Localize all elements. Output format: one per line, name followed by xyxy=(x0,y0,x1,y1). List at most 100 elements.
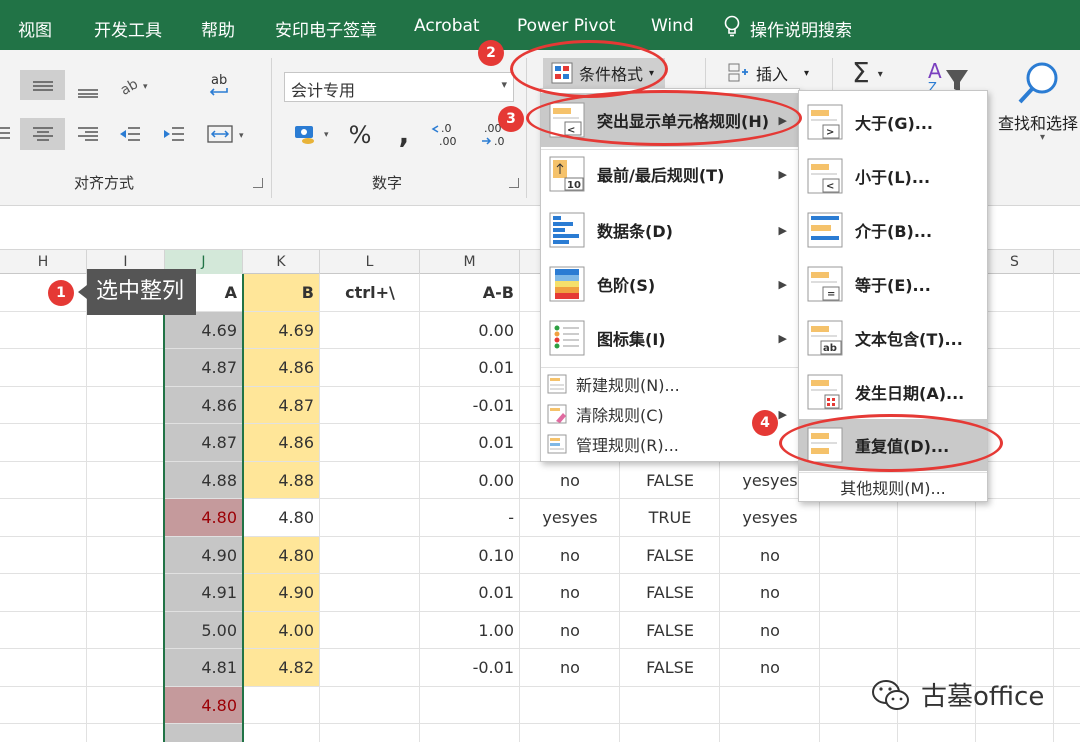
decrease-indent-icon[interactable] xyxy=(114,118,146,150)
increase-indent-icon[interactable] xyxy=(158,118,190,150)
cell-p7[interactable]: yesyes xyxy=(720,499,820,536)
grid-column-line xyxy=(1053,274,1054,742)
submenu-between[interactable]: 介于(B)... xyxy=(799,203,987,257)
align-bottom-icon[interactable] xyxy=(72,78,104,102)
align-center-icon[interactable] xyxy=(20,118,65,150)
tab-wind[interactable]: Wind xyxy=(651,16,694,36)
align-right-edge-icon[interactable] xyxy=(0,118,12,148)
cell-o7[interactable]: TRUE xyxy=(620,499,720,536)
align-middle-icon[interactable] xyxy=(20,70,65,100)
tab-view[interactable]: 视图 xyxy=(18,16,52,41)
cell-n7[interactable]: yesyes xyxy=(520,499,620,536)
cell-p11[interactable]: no xyxy=(720,649,820,686)
cell-k10[interactable]: 4.00 xyxy=(243,612,320,649)
menu-data-bars[interactable]: 数据条(D) ▶ xyxy=(541,203,799,257)
autosum-icon[interactable]: Σ ▾ xyxy=(852,56,883,89)
cell-m9[interactable]: 0.01 xyxy=(420,574,520,611)
submenu-equal-to[interactable]: = 等于(E)... xyxy=(799,257,987,311)
cell-k8[interactable]: 4.80 xyxy=(243,537,320,574)
column-header-m[interactable]: M xyxy=(420,250,520,274)
cell-m1[interactable]: A-B xyxy=(420,274,520,311)
cell-k4[interactable]: 4.87 xyxy=(243,387,320,424)
cell-n8[interactable]: no xyxy=(520,537,620,574)
cell-p8[interactable]: no xyxy=(720,537,820,574)
cell-l1[interactable]: ctrl+\ xyxy=(320,274,420,311)
cell-o8[interactable]: FALSE xyxy=(620,537,720,574)
menu-new-rule[interactable]: 新建规则(N)... xyxy=(541,369,799,399)
cell-k11[interactable]: 4.82 xyxy=(243,649,320,686)
cell-m5[interactable]: 0.01 xyxy=(420,424,520,461)
step-badge-3: 3 xyxy=(498,106,524,132)
cell-k7[interactable]: 4.80 xyxy=(243,499,320,536)
orientation-icon[interactable]: ab ▾ xyxy=(114,70,156,100)
menu-color-scales[interactable]: 色阶(S) ▶ xyxy=(541,257,799,311)
cell-m2[interactable]: 0.00 xyxy=(420,312,520,349)
submenu-greater-than[interactable]: > 大于(G)... xyxy=(799,95,987,149)
svg-text:▾: ▾ xyxy=(324,130,329,140)
submenu-text-contains[interactable]: ab 文本包含(T)... xyxy=(799,311,987,365)
new-rule-icon xyxy=(547,374,567,394)
tell-me-search[interactable]: 操作说明搜索 xyxy=(750,16,852,41)
cell-m11[interactable]: -0.01 xyxy=(420,649,520,686)
cell-o9[interactable]: FALSE xyxy=(620,574,720,611)
column-header-l[interactable]: L xyxy=(320,250,420,274)
cell-k9[interactable]: 4.90 xyxy=(243,574,320,611)
cell-p9[interactable]: no xyxy=(720,574,820,611)
submenu-more-rules[interactable]: 其他规则(M)... xyxy=(799,473,987,501)
tab-acrobat[interactable]: Acrobat xyxy=(414,16,480,36)
column-header-t[interactable] xyxy=(1054,250,1080,274)
submenu-arrow-icon: ▶ xyxy=(778,223,787,237)
cell-m6[interactable]: 0.00 xyxy=(420,462,520,499)
tab-help[interactable]: 帮助 xyxy=(201,16,235,41)
cell-m4[interactable]: -0.01 xyxy=(420,387,520,424)
cell-n9[interactable]: no xyxy=(520,574,620,611)
cell-k6[interactable]: 4.88 xyxy=(243,462,320,499)
cell-o6[interactable]: FALSE xyxy=(620,462,720,499)
cell-k5[interactable]: 4.86 xyxy=(243,424,320,461)
cell-k3[interactable]: 4.86 xyxy=(243,349,320,386)
cell-k2[interactable]: 4.69 xyxy=(243,312,320,349)
percent-style-button[interactable]: % xyxy=(345,120,375,150)
svg-text:▾: ▾ xyxy=(143,82,148,92)
menu-icon-sets[interactable]: 图标集(I) ▶ xyxy=(541,311,799,365)
svg-text:.0: .0 xyxy=(494,135,505,148)
cell-m3[interactable]: 0.01 xyxy=(420,349,520,386)
insert-cells-button[interactable]: 插入 ▾ xyxy=(727,58,813,88)
menu-top-bottom-rules[interactable]: 10 最前/最后规则(T) ▶ xyxy=(541,147,799,201)
merge-center-icon[interactable]: ▾ xyxy=(202,118,254,150)
cell-k1[interactable]: B xyxy=(243,274,320,311)
wrap-text-icon[interactable]: ab xyxy=(203,70,237,102)
number-dialog-launcher-icon[interactable] xyxy=(509,178,519,188)
grid-row-line xyxy=(0,723,1080,724)
cell-n10[interactable]: no xyxy=(520,612,620,649)
color-scales-icon xyxy=(549,266,585,302)
submenu-less-than[interactable]: < 小于(L)... xyxy=(799,149,987,203)
accounting-format-icon[interactable]: ▾ xyxy=(290,118,338,150)
comma-style-button[interactable]: , xyxy=(390,116,418,150)
column-header-k[interactable]: K xyxy=(243,250,320,274)
cell-n6[interactable]: no xyxy=(520,462,620,499)
cell-m8[interactable]: 0.10 xyxy=(420,537,520,574)
cell-o10[interactable]: FALSE xyxy=(620,612,720,649)
cell-n11[interactable]: no xyxy=(520,649,620,686)
data-bars-icon xyxy=(549,212,585,248)
alignment-dialog-launcher-icon[interactable] xyxy=(253,178,263,188)
find-select-label[interactable]: 查找和选择 xyxy=(998,110,1078,134)
number-format-select[interactable]: 会计专用 ▾ xyxy=(284,72,514,102)
find-magnifier-icon[interactable] xyxy=(1014,58,1064,106)
cell-o11[interactable]: FALSE xyxy=(620,649,720,686)
svg-text:>: > xyxy=(826,127,834,138)
increase-decimal-icon[interactable]: .0.00 xyxy=(430,118,468,150)
insert-cells-icon xyxy=(728,63,748,82)
tab-power-pivot[interactable]: Power Pivot xyxy=(517,16,616,36)
cell-m7[interactable]: - xyxy=(420,499,520,536)
cell-m10[interactable]: 1.00 xyxy=(420,612,520,649)
cell-p10[interactable]: no xyxy=(720,612,820,649)
tab-developer[interactable]: 开发工具 xyxy=(94,16,162,41)
column-header-h[interactable]: H xyxy=(0,250,87,274)
select-column-tooltip: 选中整列 xyxy=(78,269,196,315)
align-right-icon[interactable] xyxy=(72,118,104,150)
number-group-label: 数字 xyxy=(372,174,403,192)
submenu-date-occurring[interactable]: 发生日期(A)... xyxy=(799,365,987,419)
tab-e-signature[interactable]: 安印电子签章 xyxy=(275,16,377,41)
